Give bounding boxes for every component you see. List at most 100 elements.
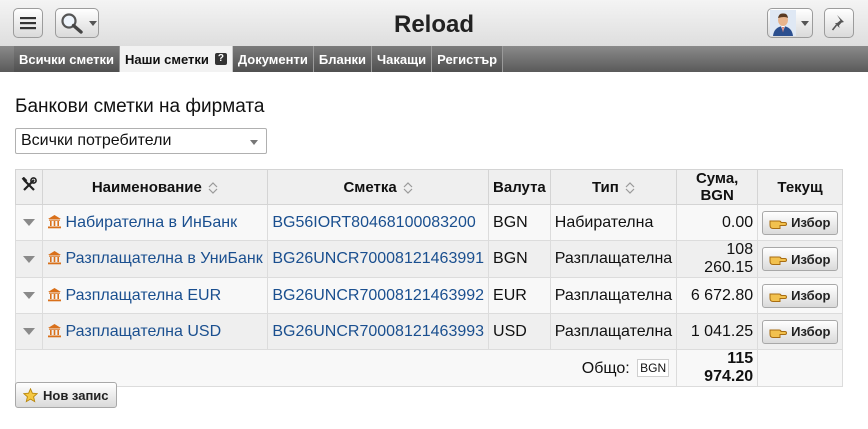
account-name-cell[interactable]: Разплащателна в УниБанк <box>41 240 269 278</box>
pointing-hand-icon <box>769 256 788 265</box>
column-name-label: Наименование <box>91 178 202 196</box>
account-iban-link[interactable]: BG26UNCR70008121463992 <box>272 287 484 304</box>
column-type-label: Тип <box>591 178 619 196</box>
column-account-label: Сметка <box>343 178 397 196</box>
tab-all-accounts[interactable]: Всички сметки <box>14 46 121 72</box>
pointing-hand-icon <box>769 329 788 338</box>
chevron-down-icon <box>22 292 35 299</box>
table-row: Разплащателна EUR BG26UNCR70008121463992… <box>15 277 843 314</box>
user-filter-select[interactable]: Всички потребители <box>15 128 267 154</box>
account-iban-link[interactable]: BG26UNCR70008121463993 <box>272 323 484 340</box>
amount-cell: 1 041.25 <box>676 313 759 350</box>
sort-icon <box>403 181 413 194</box>
app-title: Reload <box>393 11 474 38</box>
choose-button[interactable]: Избор <box>762 210 838 235</box>
total-row: Общо: BGN 115 974.20 <box>14 349 843 387</box>
tab-label: Всички сметки <box>19 51 115 67</box>
type-cell: Разплащателна <box>549 313 678 350</box>
sort-icon <box>625 181 635 194</box>
pushpin-icon <box>831 15 844 31</box>
row-menu-toggle[interactable] <box>15 204 43 241</box>
new-record-button[interactable]: Нов запис <box>15 382 117 408</box>
type-cell: Набирателна <box>549 204 678 241</box>
tab-pending[interactable]: Чакащи <box>372 46 433 72</box>
column-account[interactable]: Сметка <box>267 169 490 205</box>
account-iban-link[interactable]: BG56IORT80468100083200 <box>272 214 475 231</box>
choose-button[interactable]: Избор <box>762 319 838 344</box>
column-current-label: Текущ <box>777 178 823 196</box>
column-amount: Сума, BGN <box>676 169 759 205</box>
account-name-cell[interactable]: Набирателна в ИнБанк <box>41 204 269 241</box>
table-row: Набирателна в ИнБанк BG56IORT80468100083… <box>15 204 843 241</box>
pin-button[interactable] <box>824 8 854 38</box>
row-menu-toggle[interactable] <box>15 313 43 350</box>
tab-label: Наши сметки <box>125 51 209 67</box>
current-cell: Избор <box>757 277 843 314</box>
account-name-cell[interactable]: Разплащателна USD <box>41 313 269 350</box>
currency-cell: EUR <box>488 277 551 314</box>
tab-bar: Всички сметки Наши сметки? Документи Бла… <box>0 46 868 72</box>
account-name-link[interactable]: Разплащателна в УниБанк <box>47 250 263 267</box>
row-menu-toggle[interactable] <box>15 277 43 314</box>
total-currency-badge: BGN <box>637 358 670 377</box>
tab-our-accounts[interactable]: Наши сметки? <box>120 46 233 72</box>
tab-label: Документи <box>237 51 308 67</box>
table-row: Разплащателна USD BG26UNCR70008121463993… <box>15 313 843 350</box>
account-name: Разплащателна USD <box>65 322 222 340</box>
pointing-hand-icon <box>769 293 788 302</box>
tab-label: Регистър <box>437 51 498 67</box>
total-empty-cell <box>757 349 843 387</box>
account-name-link[interactable]: Набирателна в ИнБанк <box>47 214 237 231</box>
user-menu-button[interactable] <box>767 8 813 38</box>
choose-button[interactable]: Избор <box>762 283 838 308</box>
choose-label: Избор <box>791 288 831 303</box>
currency-cell: BGN <box>488 204 551 241</box>
total-value: 115 974.20 <box>676 349 759 387</box>
type-cell: Разплащателна <box>549 277 678 314</box>
choose-label: Избор <box>791 251 831 267</box>
account-iban-link[interactable]: BG26UNCR70008121463991 <box>272 250 484 267</box>
chevron-down-icon <box>22 328 35 335</box>
bank-icon <box>47 251 61 265</box>
account-name: Разплащателна в УниБанк <box>65 250 263 267</box>
current-cell: Избор <box>757 313 843 350</box>
column-tools[interactable] <box>15 169 43 205</box>
column-current: Текущ <box>757 169 843 205</box>
chevron-down-icon <box>22 219 35 226</box>
help-icon[interactable]: ? <box>214 53 227 65</box>
current-cell: Избор <box>757 240 843 278</box>
tab-register[interactable]: Регистър <box>432 46 504 72</box>
tab-forms[interactable]: Бланки <box>313 46 373 72</box>
choose-label: Избор <box>791 324 831 339</box>
currency-cell: USD <box>488 313 551 350</box>
chevron-down-icon <box>801 20 809 26</box>
chevron-down-icon <box>250 140 258 145</box>
currency-cell: BGN <box>488 240 551 278</box>
account-name-link[interactable]: Разплащателна USD <box>47 322 222 340</box>
column-name[interactable]: Наименование <box>41 169 269 205</box>
column-currency-label: Валута <box>493 178 546 196</box>
page-title: Банкови сметки на фирмата <box>15 96 265 117</box>
user-avatar-icon <box>770 10 796 36</box>
account-name: Разплащателна EUR <box>65 286 222 304</box>
total-label-cell: Общо: BGN <box>14 349 678 387</box>
tools-icon <box>21 176 37 191</box>
user-filter-value: Всички потребители <box>21 132 172 149</box>
amount-cell: 108 260.15 <box>676 240 759 278</box>
accounts-table: Наименование Сметка Валута Тип Сума, BGN… <box>14 169 843 387</box>
tab-label: Бланки <box>318 51 367 67</box>
row-menu-toggle[interactable] <box>15 240 43 278</box>
choose-label: Избор <box>791 215 831 230</box>
star-icon <box>23 387 38 403</box>
new-record-label: Нов запис <box>43 387 109 403</box>
column-currency: Валута <box>488 169 551 205</box>
total-label: Общо: <box>581 359 630 377</box>
table-row: Разплащателна в УниБанк BG26UNCR70008121… <box>15 240 843 278</box>
choose-button[interactable]: Избор <box>762 247 838 271</box>
account-name-link[interactable]: Разплащателна EUR <box>47 286 222 304</box>
column-type[interactable]: Тип <box>549 169 678 205</box>
tab-documents[interactable]: Документи <box>232 46 314 72</box>
bank-icon <box>47 214 61 228</box>
amount-cell: 6 672.80 <box>676 277 759 314</box>
account-name-cell[interactable]: Разплащателна EUR <box>41 277 269 314</box>
